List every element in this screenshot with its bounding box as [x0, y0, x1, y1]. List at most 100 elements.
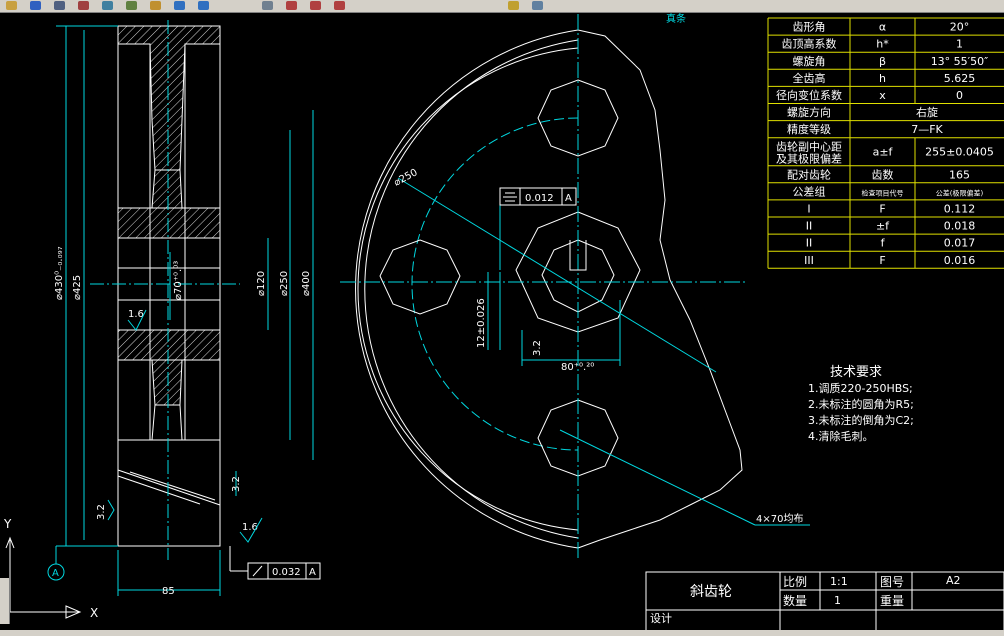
scale-label: 比例	[783, 575, 807, 589]
table-cell-symbol: x	[879, 89, 886, 102]
table-row: 齿轮副中心距及其极限偏差 a±f 255±0.0405	[768, 137, 1004, 166]
table-row: 径向变位系数 x 0	[768, 85, 1004, 104]
dim-bore: 80⁺⁰.²⁰	[561, 362, 594, 373]
vertical-scrollbar[interactable]	[0, 578, 10, 624]
zoom-window-icon[interactable]	[310, 1, 321, 10]
hole-left	[379, 239, 461, 315]
table-cell-value: 0.016	[944, 254, 976, 267]
drawing-no-label: 图号	[880, 575, 904, 589]
weight-label: 重量	[880, 594, 904, 608]
table-cell-name: 公差组	[793, 184, 826, 198]
tol-sym-value: 0.012	[525, 193, 554, 204]
paste-icon[interactable]	[126, 1, 137, 10]
table-cell-name: 配对齿轮	[787, 167, 831, 181]
table-cell-value: 165	[949, 168, 970, 181]
copy-icon[interactable]	[102, 1, 113, 10]
table-cell-symbol: a±f	[873, 146, 894, 159]
table-cell-name: 齿形角	[793, 21, 826, 34]
table-cell-symbol: h*	[876, 38, 889, 51]
section-view	[90, 20, 240, 560]
table-cell-symbol: F	[879, 202, 885, 215]
table-cell-value: 20°	[950, 21, 970, 34]
table-row: II ±f 0.018	[768, 216, 1004, 235]
qty-label: 数量	[783, 593, 807, 608]
tol-runout-value: 0.032	[272, 567, 301, 578]
dim-d400: ⌀400	[301, 271, 312, 296]
tol-sym-ref: A	[565, 193, 572, 204]
dim-d120: ⌀120	[256, 271, 267, 296]
datum-a: A	[47, 563, 65, 581]
table-cell-name: 齿顶高系数	[782, 37, 837, 51]
table-row: 螺旋角 β 13° 55′50″	[768, 51, 1004, 70]
tech-req-item-2: 2.未标注的圆角为R5;	[808, 397, 914, 411]
table-cell-value: 5.625	[944, 72, 976, 85]
save-icon[interactable]	[30, 1, 41, 10]
tech-req-item-4: 4.清除毛刺。	[808, 429, 874, 443]
dim-holes: 4×70均布	[756, 513, 803, 525]
datum-label: A	[52, 568, 59, 579]
table-cell-value: 0.112	[944, 202, 976, 215]
table-row: 精度等级 7—FK	[768, 120, 1004, 138]
top-rim-section	[117, 25, 221, 171]
dim-d425: ⌀425	[72, 275, 83, 300]
table-row: 螺旋方向 右旋	[768, 103, 1004, 121]
symmetry-tolerance: 0.012 A	[499, 187, 577, 206]
table-cell-symbol: 检查项目代号	[862, 188, 904, 197]
table-cell-name: 螺旋方向	[787, 105, 831, 119]
table-cell-value: 右旋	[916, 105, 938, 119]
roughness-2: 1.6	[242, 522, 258, 533]
zoom-icon[interactable]	[286, 1, 297, 10]
table-row: 齿顶高系数 h* 1	[768, 34, 1004, 53]
qty-value: 1	[834, 594, 841, 607]
hub-top-section	[117, 207, 221, 239]
tol-runout-ref: A	[309, 567, 316, 578]
table-cell-name: 精度等级	[787, 122, 831, 136]
table-row: 配对齿轮 齿数 165	[768, 165, 1004, 183]
table-cell-value: 0.018	[944, 220, 976, 233]
table-row: III F 0.016	[768, 250, 1004, 269]
dim-width85: 85	[162, 586, 175, 597]
print-icon[interactable]	[54, 1, 65, 10]
dim-d70: ⌀70⁺⁰.⁰³	[173, 261, 184, 300]
redo-icon[interactable]	[198, 1, 209, 10]
technical-requirements: 技术要求 1.调质220-250HBS; 2.未标注的圆角为R5; 3.未标注的…	[808, 365, 914, 443]
roughness-3: 3.2	[96, 504, 107, 520]
dim-d430: ⌀430⁰₋₀.₀₉₇	[54, 246, 65, 300]
undo-icon[interactable]	[174, 1, 185, 10]
web-top	[151, 169, 183, 209]
table-cell-name: 螺旋角	[793, 54, 826, 68]
gear-parameter-table: 齿形角 α 20°齿顶高系数 h* 1螺旋角 β 13° 55′50″全齿高 h 5.625径向…	[767, 17, 1004, 269]
open-icon[interactable]	[6, 1, 17, 10]
layout-tabs-bar[interactable]	[0, 630, 1004, 636]
table-cell-value: 0.017	[944, 237, 976, 250]
properties-icon[interactable]	[532, 1, 543, 10]
cut-icon[interactable]	[78, 1, 89, 10]
match-icon[interactable]	[150, 1, 161, 10]
table-cell-name: II	[806, 220, 813, 233]
web-bottom	[151, 359, 183, 406]
table-cell-symbol: F	[879, 254, 885, 267]
hub-bottom-section	[117, 329, 221, 361]
zoom-prev-icon[interactable]	[334, 1, 345, 10]
pan-icon[interactable]	[262, 1, 273, 10]
ucs-x: X	[90, 606, 98, 620]
table-cell-name: 全齿高	[793, 71, 826, 85]
ucs-y: Y	[3, 517, 12, 531]
table-row: 公差组 检查项目代号 公差(极限偏差)	[768, 182, 1004, 200]
table-cell-value: 1	[956, 38, 963, 51]
dim-d250: ⌀250	[279, 271, 290, 296]
roughness-4: 3.2	[231, 476, 242, 492]
table-cell-symbol: β	[879, 55, 886, 68]
table-cell-name2: 及其极限偏差	[776, 152, 842, 166]
layer-icon[interactable]	[508, 1, 519, 10]
table-cell-name: 径向变位系数	[776, 88, 842, 102]
tech-req-title: 技术要求	[830, 365, 882, 380]
dim-keyway: 12±0.026	[476, 298, 487, 348]
table-cell-symbol: ±f	[876, 220, 890, 233]
table-cell-symbol: α	[879, 21, 886, 34]
table-row: II f 0.017	[768, 233, 1004, 252]
table-cell-symbol: 齿数	[872, 168, 894, 181]
dim-r250: ⌀250	[392, 167, 419, 189]
drawing-canvas[interactable]: ⌀430⁰₋₀.₀₉₇ ⌀425 ⌀70⁺⁰.⁰³ ⌀120 ⌀250 ⌀400…	[0, 12, 1004, 636]
tech-req-item-3: 3.未标注的倒角为C2;	[808, 413, 914, 427]
